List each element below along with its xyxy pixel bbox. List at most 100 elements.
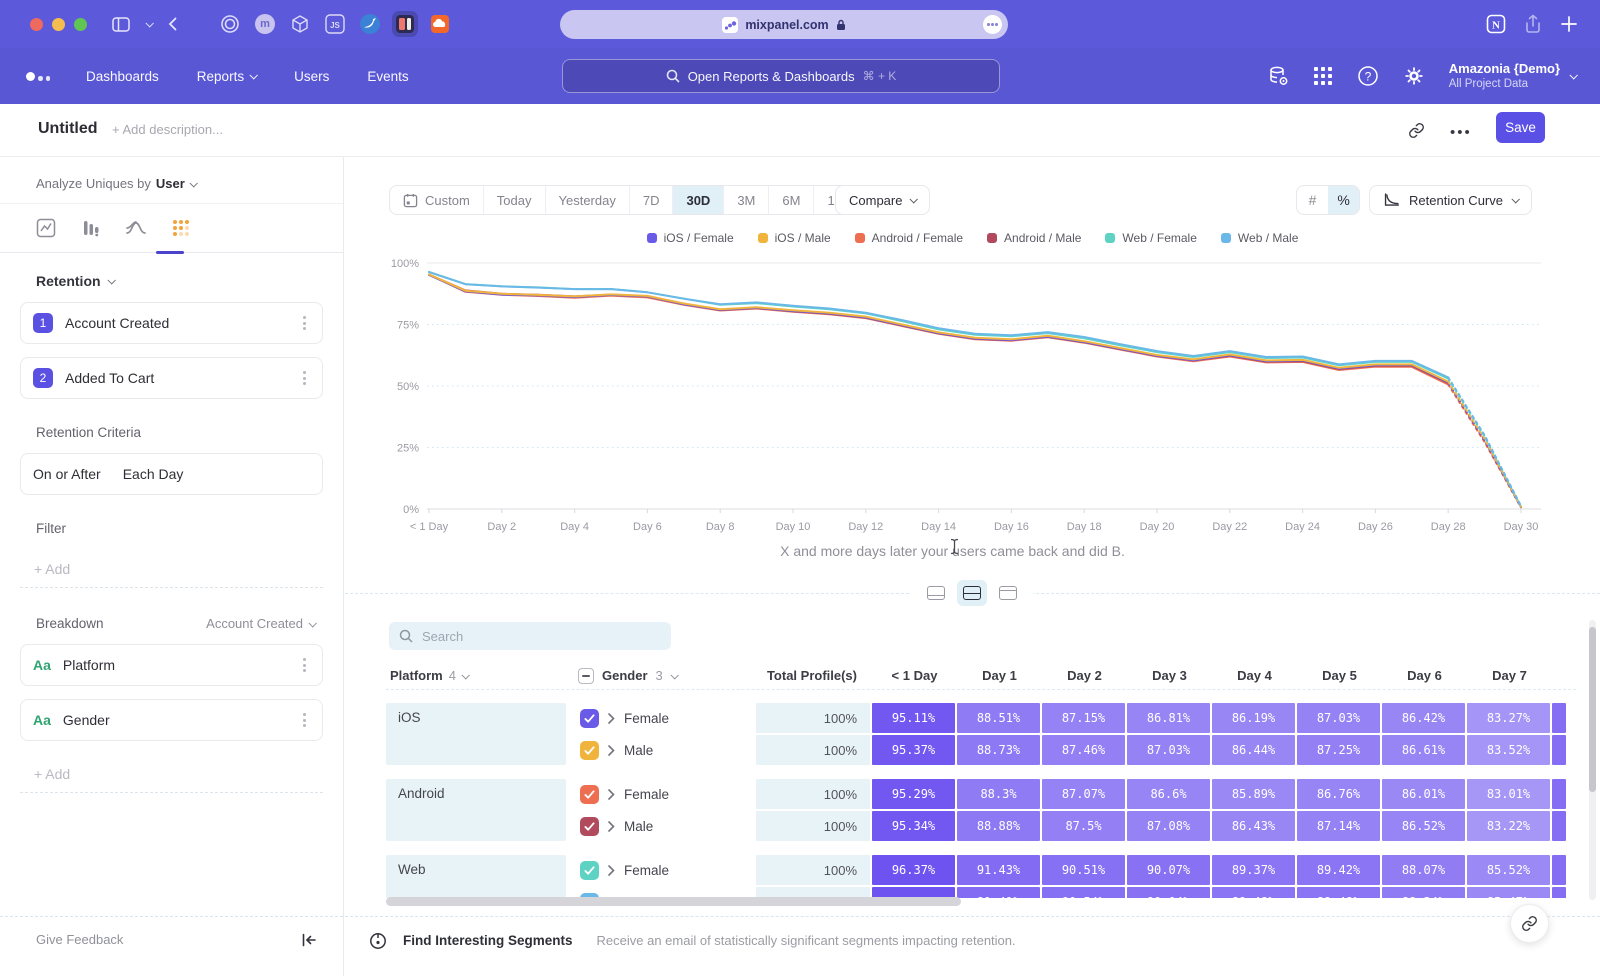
retention-value-cell[interactable]: 87.46% — [1042, 735, 1125, 765]
retention-value-cell[interactable]: 89.48% — [1212, 887, 1295, 898]
retention-value-cell[interactable]: 86.42% — [1382, 703, 1465, 733]
range-today[interactable]: Today — [484, 186, 546, 214]
tab-insights[interactable] — [34, 216, 58, 240]
breakdown-options-icon[interactable] — [299, 709, 310, 731]
table-search[interactable] — [389, 622, 671, 650]
column-day[interactable]: Day 4 — [1212, 668, 1297, 683]
layout-table-only-button[interactable] — [993, 580, 1023, 606]
retention-value-cell[interactable]: 95.37% — [872, 735, 955, 765]
add-filter-button[interactable]: + Add — [20, 550, 323, 588]
retention-step-2[interactable]: 2 Added To Cart — [20, 357, 323, 399]
retention-value-cell[interactable]: 95.29% — [872, 779, 955, 809]
add-breakdown-button[interactable]: + Add — [20, 755, 323, 793]
retention-value-cell[interactable]: 87.15% — [1042, 703, 1125, 733]
report-description-placeholder[interactable]: + Add description... — [112, 122, 223, 137]
retention-value-cell[interactable]: 88.3% — [957, 779, 1040, 809]
retention-value-cell[interactable]: 96.37% — [872, 855, 955, 885]
range-3m[interactable]: 3M — [724, 186, 769, 214]
target-icon[interactable] — [217, 11, 243, 37]
column-day[interactable]: < 1 Day — [872, 668, 957, 683]
table-row[interactable]: Male100%95.37%88.73%87.46%87.03%86.44%87… — [566, 735, 1600, 765]
column-total-profiles[interactable]: Total Profile(s) — [756, 668, 872, 683]
expand-chevron-icon[interactable] — [608, 789, 615, 800]
retention-value-cell[interactable]: 86.19% — [1212, 703, 1295, 733]
legend-item[interactable]: Android / Male — [987, 231, 1081, 245]
select-all-checkbox[interactable] — [578, 668, 594, 684]
minimize-window-button[interactable] — [52, 18, 65, 31]
legend-item[interactable]: iOS / Male — [758, 231, 831, 245]
retention-value-cell[interactable]: 86.44% — [1212, 735, 1295, 765]
retention-value-cell[interactable]: 87.03% — [1127, 735, 1210, 765]
horizontal-scrollbar[interactable] — [386, 897, 961, 906]
table-row[interactable]: Male100%95.34%88.88%87.5%87.08%86.43%87.… — [566, 811, 1600, 841]
retention-value-cell[interactable]: 87.25% — [1297, 735, 1380, 765]
help-icon[interactable]: ? — [1357, 65, 1379, 87]
table-row[interactable]: Female100%95.11%88.51%87.15%86.81%86.19%… — [566, 703, 1600, 733]
retention-value-cell[interactable]: 83.27% — [1467, 703, 1550, 733]
retention-value-cell[interactable]: 90.07% — [1127, 855, 1210, 885]
retention-value-cell[interactable]: 91.43% — [957, 855, 1040, 885]
nav-reports[interactable]: Reports — [197, 69, 256, 84]
retention-value-cell[interactable]: 89.48% — [1297, 887, 1380, 898]
retention-value-cell[interactable]: 88.07% — [1382, 855, 1465, 885]
cloud-icon[interactable] — [427, 11, 453, 37]
platform-cell[interactable]: Android — [386, 779, 566, 841]
retention-value-cell[interactable]: 88.88% — [957, 811, 1040, 841]
retention-value-cell[interactable]: 91.41% — [957, 887, 1040, 898]
retention-value-cell[interactable]: 89.42% — [1297, 855, 1380, 885]
layout-chart-only-button[interactable] — [921, 580, 951, 606]
breakdown-options-icon[interactable] — [299, 654, 310, 676]
range-yesterday[interactable]: Yesterday — [546, 186, 630, 214]
retention-value-cell[interactable]: 85.52% — [1467, 855, 1550, 885]
range-custom[interactable]: Custom — [390, 186, 484, 214]
platform-cell[interactable]: iOS — [386, 703, 566, 765]
global-search[interactable]: Open Reports & Dashboards ⌘ + K — [562, 59, 1000, 93]
share-icon[interactable] — [1524, 14, 1542, 34]
tab-retention[interactable] — [169, 216, 193, 240]
step-options-icon[interactable] — [299, 367, 310, 389]
series-checkbox[interactable] — [580, 785, 599, 804]
cube-icon[interactable] — [287, 11, 313, 37]
retention-value-cell[interactable]: 86.81% — [1127, 703, 1210, 733]
retention-value-cell[interactable]: 86.43% — [1212, 811, 1295, 841]
platform-cell[interactable]: Web — [386, 855, 566, 898]
retention-value-cell[interactable]: 90.54% — [1042, 887, 1125, 898]
expand-chevron-icon[interactable] — [608, 821, 615, 832]
retention-value-cell[interactable]: 86.76% — [1297, 779, 1380, 809]
retention-value-cell[interactable]: 90.04% — [1127, 887, 1210, 898]
more-options-icon[interactable]: ••• — [1450, 124, 1472, 141]
retention-value-cell[interactable]: 87.07% — [1042, 779, 1125, 809]
breakdown-scope-dropdown[interactable]: Account Created — [206, 616, 315, 631]
layout-split-button[interactable] — [957, 580, 987, 606]
retention-value-cell[interactable]: 87.14% — [1297, 811, 1380, 841]
retention-value-cell[interactable]: 90.51% — [1042, 855, 1125, 885]
close-window-button[interactable] — [30, 18, 43, 31]
column-day[interactable]: Day 2 — [1042, 668, 1127, 683]
compare-dropdown[interactable]: Compare — [835, 185, 930, 215]
range-6m[interactable]: 6M — [769, 186, 814, 214]
series-checkbox[interactable] — [580, 861, 599, 880]
back-icon[interactable] — [168, 17, 177, 31]
retention-value-cell[interactable]: 86.52% — [1382, 811, 1465, 841]
legend-item[interactable]: Web / Female — [1105, 231, 1196, 245]
column-day[interactable]: Day 1 — [957, 668, 1042, 683]
nav-dashboards[interactable]: Dashboards — [86, 69, 159, 84]
retention-value-cell[interactable]: 89.37% — [1212, 855, 1295, 885]
vertical-scrollbar[interactable] — [1589, 627, 1596, 792]
column-day[interactable]: Day 6 — [1382, 668, 1467, 683]
absolute-toggle[interactable]: # — [1297, 186, 1328, 214]
retention-value-cell[interactable]: 85.47% — [1467, 887, 1550, 898]
retention-value-cell[interactable]: 87.08% — [1127, 811, 1210, 841]
zoom-window-button[interactable] — [74, 18, 87, 31]
retention-value-cell[interactable]: 83.22% — [1467, 811, 1550, 841]
retention-value-cell[interactable]: 88.51% — [957, 703, 1040, 733]
retention-value-cell[interactable]: 85.89% — [1212, 779, 1295, 809]
report-title[interactable]: Untitled — [38, 120, 98, 138]
tab-flows[interactable] — [124, 216, 148, 240]
series-checkbox[interactable] — [580, 741, 599, 760]
retention-step-1[interactable]: 1 Account Created — [20, 302, 323, 344]
legend-item[interactable]: Android / Female — [855, 231, 963, 245]
nav-events[interactable]: Events — [367, 69, 408, 84]
chevron-down-icon[interactable] — [146, 21, 152, 27]
notion-icon[interactable]: N — [1486, 14, 1506, 34]
